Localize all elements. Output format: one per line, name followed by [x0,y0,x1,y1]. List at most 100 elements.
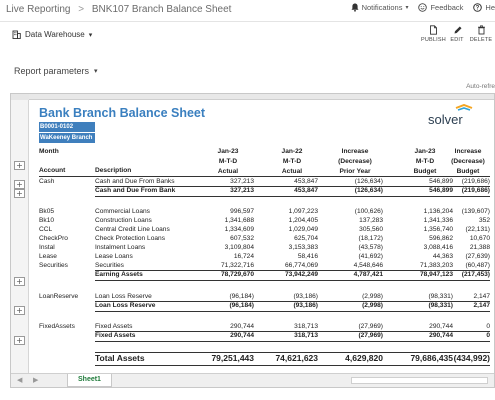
value-cell[interactable]: (60,487) [436,262,490,269]
value-cell[interactable]: 73,942,249 [256,271,318,278]
delete-button[interactable]: DELETE [469,25,493,43]
value-cell[interactable]: (2,998) [317,302,383,309]
expand-group-button[interactable]: + [14,336,25,345]
account-cell[interactable]: Lease [39,253,57,260]
feedback-button[interactable]: Feedback [418,3,463,12]
account-cell[interactable]: FixedAssets [39,323,75,330]
value-cell[interactable]: 453,847 [256,187,318,194]
description-cell[interactable]: Loan Loss Reserve [95,293,152,300]
value-cell[interactable]: (18,172) [317,235,383,242]
data-source-dropdown[interactable]: Data Warehouse ▾ [12,30,92,39]
value-cell[interactable]: (219,686) [436,178,490,185]
value-cell[interactable]: 290,744 [192,323,254,330]
value-cell[interactable]: 71,322,716 [192,262,254,269]
account-cell[interactable]: CCL [39,226,52,233]
value-cell[interactable]: 79,251,443 [192,353,254,363]
value-cell[interactable]: 66,774,069 [256,262,318,269]
value-cell[interactable]: (434,992) [436,353,490,363]
value-cell[interactable]: 21,388 [436,244,490,251]
help-button[interactable]: ? He [473,3,495,12]
account-cell[interactable]: Instal [39,244,55,251]
value-cell[interactable]: (100,626) [317,208,383,215]
description-cell[interactable]: Securities [95,262,124,269]
value-cell[interactable]: 0 [436,323,490,330]
expand-group-button[interactable]: + [14,180,25,189]
value-cell[interactable]: 4,548,646 [317,262,383,269]
value-cell[interactable]: 0 [436,332,490,339]
tab-prev-icon[interactable]: ◀ [17,376,22,384]
notifications-button[interactable]: Notifications ▾ [351,3,408,12]
value-cell[interactable]: (126,634) [317,187,383,194]
value-cell[interactable]: 3,109,804 [192,244,254,251]
description-cell[interactable]: Construction Loans [95,217,152,224]
value-cell[interactable]: (96,184) [192,302,254,309]
value-cell[interactable]: (93,186) [256,302,318,309]
value-cell[interactable]: 3,153,383 [256,244,318,251]
account-cell[interactable]: LoanReserve [39,293,78,300]
description-cell[interactable]: Total Assets [95,353,145,363]
value-cell[interactable]: 137,283 [317,217,383,224]
value-cell[interactable]: 625,704 [256,235,318,242]
expand-group-button[interactable]: + [14,306,25,315]
sheet-tab[interactable]: Sheet1 [67,374,112,387]
spreadsheet-grid[interactable]: + + + + + + Bank Branch Balance Sheet B0… [10,93,495,388]
description-cell[interactable]: Loan Loss Reserve [95,302,155,309]
description-cell[interactable]: Cash and Due From Bank [95,187,175,194]
edit-button[interactable]: EDIT [445,25,469,43]
description-cell[interactable]: Fixed Assets [95,332,135,339]
expand-group-button[interactable]: + [14,189,25,198]
value-cell[interactable]: 10,670 [436,235,490,242]
description-cell[interactable]: Earning Assets [95,271,143,278]
value-cell[interactable]: 58,416 [256,253,318,260]
value-cell[interactable]: (2,998) [317,293,383,300]
account-cell[interactable]: Bk10 [39,217,54,224]
description-cell[interactable]: Cash and Due From Banks [95,178,175,185]
value-cell[interactable]: 2,147 [436,293,490,300]
description-cell[interactable]: Instalment Loans [95,244,145,251]
value-cell[interactable]: (126,634) [317,178,383,185]
value-cell[interactable]: 1,341,688 [192,217,254,224]
value-cell[interactable]: 327,213 [192,187,254,194]
tab-next-icon[interactable]: ▶ [33,376,38,384]
value-cell[interactable]: 78,729,670 [192,271,254,278]
value-cell[interactable]: 1,097,223 [256,208,318,215]
value-cell[interactable]: (219,686) [436,187,490,194]
description-cell[interactable]: Fixed Assets [95,323,132,330]
value-cell[interactable]: (41,692) [317,253,383,260]
description-cell[interactable]: Commercial Loans [95,208,150,215]
value-cell[interactable]: (22,131) [436,226,490,233]
value-cell[interactable]: 453,847 [256,178,318,185]
value-cell[interactable]: (43,578) [317,244,383,251]
auto-refresh-label[interactable]: Auto-refre [466,83,495,90]
description-cell[interactable]: Check Protection Loans [95,235,165,242]
value-cell[interactable]: 1,029,049 [256,226,318,233]
value-cell[interactable]: 4,787,421 [317,271,383,278]
value-cell[interactable]: 2,147 [436,302,490,309]
account-cell[interactable]: CheckPro [39,235,68,242]
value-cell[interactable]: 4,629,820 [317,353,383,363]
value-cell[interactable]: 290,744 [192,332,254,339]
branch-code-cell[interactable]: B0001-0102 [39,122,95,132]
account-cell[interactable]: Cash [39,178,54,185]
value-cell[interactable]: (139,607) [436,208,490,215]
value-cell[interactable]: 318,713 [256,332,318,339]
value-cell[interactable]: (217,453) [436,271,490,278]
value-cell[interactable]: (27,969) [317,332,383,339]
value-cell[interactable]: 74,621,623 [256,353,318,363]
horizontal-scrollbar[interactable] [351,377,488,384]
report-parameters-toggle[interactable]: Report parameters ▾ [14,66,98,76]
value-cell[interactable]: 607,532 [192,235,254,242]
value-cell[interactable]: 305,560 [317,226,383,233]
value-cell[interactable]: (27,639) [436,253,490,260]
value-cell[interactable]: 352 [436,217,490,224]
expand-group-button[interactable]: + [14,277,25,286]
publish-button[interactable]: PUBLISH [421,25,446,43]
value-cell[interactable]: 327,213 [192,178,254,185]
value-cell[interactable]: 318,713 [256,323,318,330]
value-cell[interactable]: (27,969) [317,323,383,330]
expand-group-button[interactable]: + [14,161,25,170]
account-cell[interactable]: Bk05 [39,208,54,215]
value-cell[interactable]: (96,184) [192,293,254,300]
value-cell[interactable]: 1,334,609 [192,226,254,233]
branch-name-cell[interactable]: WaKeeney Branch [39,133,95,143]
